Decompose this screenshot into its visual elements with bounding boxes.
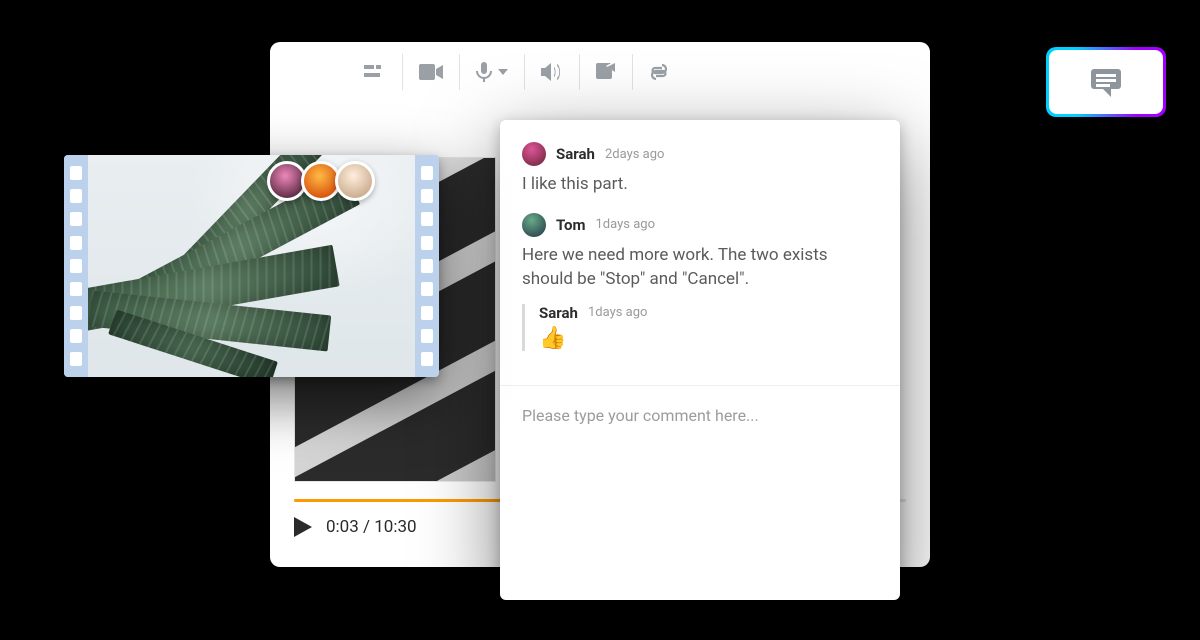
volume-tool[interactable] [525, 54, 580, 90]
playback-time: 0:03 / 10:30 [326, 517, 417, 537]
comment-author: Sarah [556, 145, 595, 163]
avatar[interactable] [335, 161, 375, 201]
comment-item: Sarah 2days ago I like this part. [522, 142, 878, 197]
align-icon [364, 63, 386, 81]
comment-tool-highlight [1046, 47, 1166, 117]
comment-time: 1days ago [596, 217, 655, 232]
volume-icon [541, 63, 563, 81]
clip-thumbnail [88, 155, 415, 377]
microphone-tool[interactable] [460, 54, 525, 90]
microphone-icon [476, 62, 492, 82]
collaborator-avatars [273, 161, 375, 201]
attach-tool[interactable] [633, 54, 685, 90]
attach-icon [649, 62, 669, 82]
avatar [522, 213, 546, 237]
align-tool[interactable] [348, 54, 403, 90]
reply-time: 1days ago [588, 305, 647, 320]
play-icon[interactable] [294, 517, 312, 537]
comment-icon [1089, 67, 1123, 97]
film-sprocket-left [64, 155, 88, 377]
comment-item: Tom 1days ago Here we need more work. Th… [522, 213, 878, 351]
comment-reply: Sarah 1days ago 👍 [522, 304, 878, 351]
comment-tool[interactable] [1049, 50, 1163, 114]
comment-body: Here we need more work. The two exists s… [522, 243, 878, 292]
video-tool[interactable] [403, 54, 460, 90]
video-clip-card[interactable] [64, 155, 439, 377]
avatar [522, 142, 546, 166]
comment-body: I like this part. [522, 172, 878, 197]
film-sprocket-right [415, 155, 439, 377]
comment-time: 2days ago [605, 147, 664, 162]
comment-input-area [500, 386, 900, 600]
reply-author: Sarah [539, 304, 578, 322]
comments-panel: Sarah 2days ago I like this part. Tom 1d… [500, 120, 900, 600]
video-icon [419, 64, 443, 80]
chevron-down-icon [498, 69, 508, 75]
comment-author: Tom [556, 216, 586, 234]
share-tool[interactable] [580, 54, 633, 90]
reply-body: 👍 [539, 326, 878, 351]
editor-toolbar [270, 42, 930, 102]
share-icon [596, 63, 616, 81]
comment-textarea[interactable] [522, 406, 878, 580]
comments-list: Sarah 2days ago I like this part. Tom 1d… [500, 120, 900, 386]
